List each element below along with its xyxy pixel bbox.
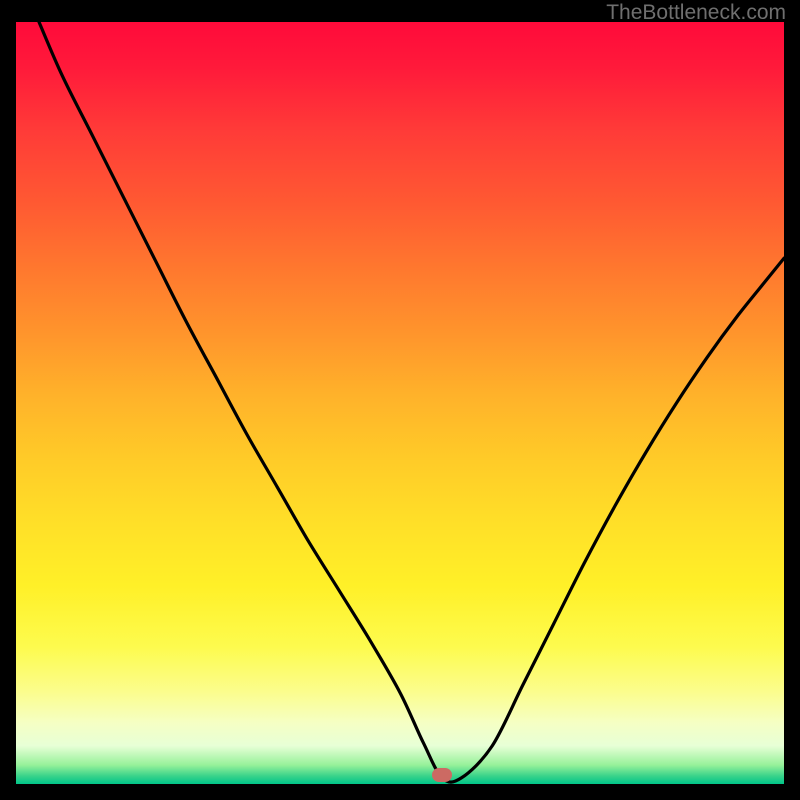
optimum-marker — [432, 768, 452, 782]
watermark-text: TheBottleneck.com — [606, 2, 786, 23]
bottleneck-curve — [16, 22, 784, 784]
plot-area — [16, 22, 784, 784]
chart-frame: TheBottleneck.com — [0, 0, 800, 800]
